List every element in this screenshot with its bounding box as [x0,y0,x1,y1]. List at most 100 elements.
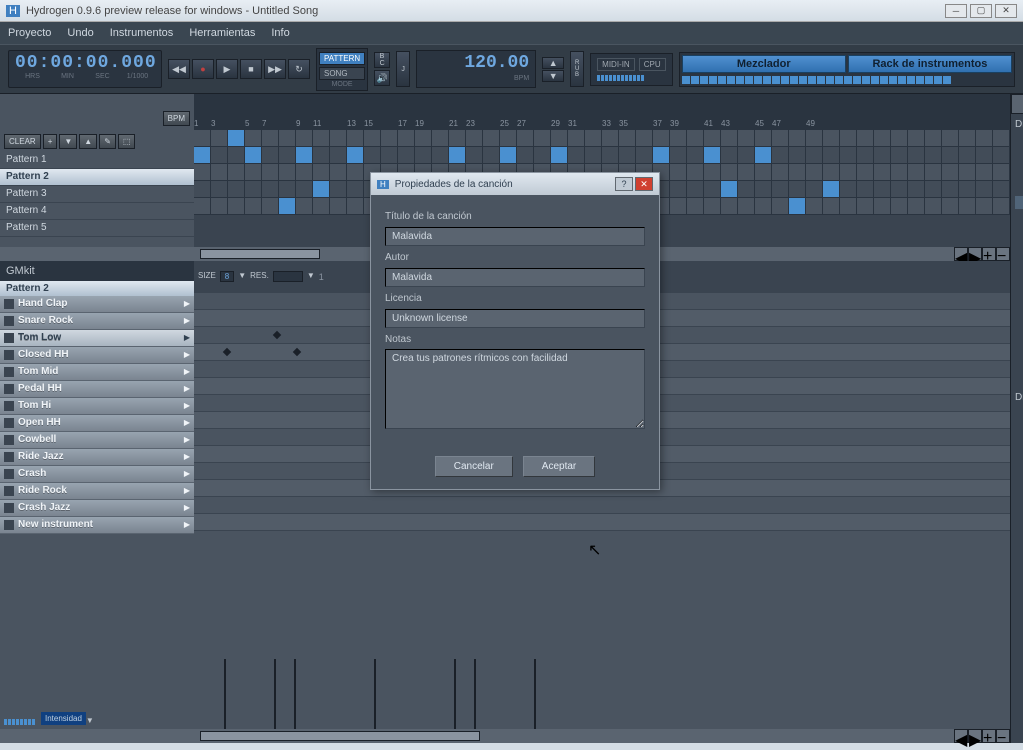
song-cell[interactable] [670,147,687,163]
instrument-rack-button[interactable]: Rack de instrumentos [848,55,1012,73]
song-cell[interactable] [619,130,636,146]
size-value[interactable]: 8 [220,271,234,282]
note[interactable] [273,331,281,339]
song-cell[interactable] [721,147,738,163]
song-cell[interactable] [347,198,364,214]
song-cell[interactable] [976,130,993,146]
song-cell[interactable] [704,164,721,180]
song-cell[interactable] [245,181,262,197]
song-cell[interactable] [687,181,704,197]
song-cell[interactable] [925,147,942,163]
mute-toggle[interactable] [4,520,14,530]
instrument-row[interactable]: Tom Hi▶ [0,398,194,415]
instrument-row[interactable]: Pedal HH▶ [0,381,194,398]
tree-node[interactable]: [1] Kick Long [1015,183,1023,196]
song-cell[interactable] [908,198,925,214]
move-down-button[interactable]: ▼ [59,134,77,149]
song-cell[interactable] [976,198,993,214]
song-cell[interactable] [466,130,483,146]
song-cell[interactable] [517,147,534,163]
tree-node[interactable]: [16] Cowbell [1015,378,1023,391]
song-cell[interactable] [874,147,891,163]
song-cell[interactable] [347,147,364,163]
tree-node[interactable]: [5] Clap [1015,235,1023,248]
song-cell[interactable] [568,147,585,163]
song-cell[interactable] [296,147,313,163]
song-cell[interactable] [891,130,908,146]
song-cell[interactable] [789,130,806,146]
mute-toggle[interactable] [4,401,14,411]
song-cell[interactable] [840,147,857,163]
instrument-row[interactable]: Ride Jazz▶ [0,449,194,466]
song-cell[interactable] [313,147,330,163]
velocity-bar[interactable] [474,659,476,729]
song-cell[interactable] [449,147,466,163]
song-cell[interactable] [194,164,211,180]
instrument-row[interactable]: Ride Rock▶ [0,483,194,500]
song-cell[interactable] [891,164,908,180]
song-cell[interactable] [500,147,517,163]
song-cell[interactable] [755,164,772,180]
song-cell[interactable] [636,130,653,146]
song-cell[interactable] [755,181,772,197]
menu-undo[interactable]: Undo [67,27,93,39]
song-cell[interactable] [194,147,211,163]
tree-node[interactable]: Drumkits de usuario [1015,391,1023,404]
title-input[interactable] [385,227,645,246]
bc-button[interactable]: BC [374,52,390,68]
song-cell[interactable] [670,130,687,146]
song-cell[interactable] [925,181,942,197]
song-cell[interactable] [806,198,823,214]
song-cell[interactable] [602,147,619,163]
tree-node[interactable]: [6] Tom Low [1015,248,1023,261]
song-cell[interactable] [313,164,330,180]
song-cell[interactable] [279,130,296,146]
song-cell[interactable] [347,181,364,197]
instrument-row[interactable]: Tom Mid▶ [0,364,194,381]
song-cell[interactable] [228,181,245,197]
loop-button[interactable]: ↻ [288,59,310,79]
song-cell[interactable] [262,164,279,180]
song-cell[interactable] [755,198,772,214]
song-cell[interactable] [568,130,585,146]
song-cell[interactable] [381,147,398,163]
song-cell[interactable] [483,147,500,163]
mute-toggle[interactable] [4,316,14,326]
song-cell[interactable] [857,130,874,146]
mute-toggle[interactable] [4,299,14,309]
pattern-list-item[interactable]: Pattern 4 [0,203,194,220]
song-cell[interactable] [857,147,874,163]
song-cell[interactable] [415,147,432,163]
song-cell[interactable] [670,164,687,180]
velocity-bar[interactable] [534,659,536,729]
song-cell[interactable] [925,164,942,180]
song-cell[interactable] [262,198,279,214]
instrument-row[interactable]: New instrument▶ [0,517,194,534]
song-cell[interactable] [959,198,976,214]
song-cell[interactable] [840,130,857,146]
tree-node[interactable]: [4] Snare 2 [1015,222,1023,235]
instrument-row[interactable]: Tom Low▶ [0,330,194,347]
tree-node[interactable]: Drumkits de sistema [1015,118,1023,131]
song-cell[interactable] [551,130,568,146]
song-cell[interactable] [823,164,840,180]
mute-toggle[interactable] [4,350,14,360]
song-cell[interactable] [330,147,347,163]
song-cell[interactable] [296,181,313,197]
song-cell[interactable] [840,198,857,214]
song-cell[interactable] [449,130,466,146]
song-cell[interactable] [891,198,908,214]
tree-node[interactable]: -TR808EmulationKit [1015,170,1023,183]
song-cell[interactable] [432,130,449,146]
song-cell[interactable] [874,198,891,214]
song-cell[interactable] [245,164,262,180]
song-cell[interactable] [330,164,347,180]
song-cell[interactable] [908,147,925,163]
mute-toggle[interactable] [4,384,14,394]
note[interactable] [223,348,231,356]
bpm-down-button[interactable]: ▼ [542,70,564,82]
song-cell[interactable] [993,198,1010,214]
pattern-list-item[interactable]: Pattern 1 [0,152,194,169]
song-cell[interactable] [313,181,330,197]
dialog-help-button[interactable]: ? [615,177,633,191]
